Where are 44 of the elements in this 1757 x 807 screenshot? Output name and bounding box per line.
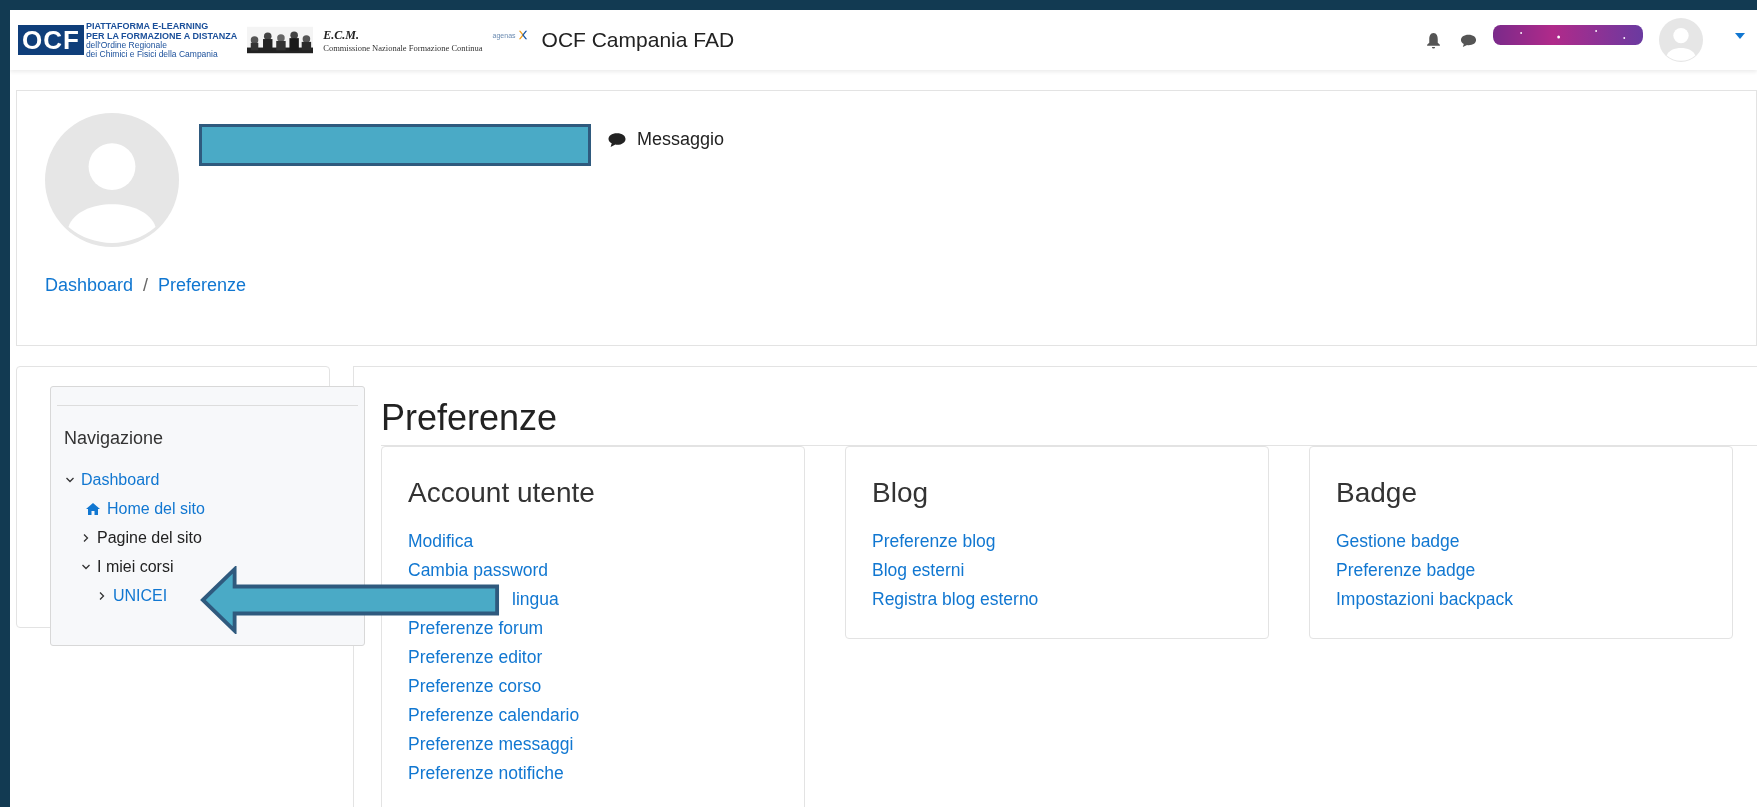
- preference-link[interactable]: Preferenze messaggi: [408, 730, 778, 759]
- preference-link[interactable]: lingua: [512, 585, 559, 614]
- chat-bubble-icon: [607, 131, 627, 148]
- chevron-right-icon[interactable]: [97, 590, 107, 601]
- preference-link[interactable]: Preferenze blog: [872, 527, 1242, 556]
- preference-link[interactable]: Impostazioni backpack: [1336, 585, 1706, 614]
- message-link[interactable]: Messaggio: [637, 129, 725, 150]
- nav-item[interactable]: Pagine del sito: [97, 528, 202, 547]
- nav-item[interactable]: Home del sito: [107, 499, 205, 518]
- site-title[interactable]: OCF Campania FAD: [541, 28, 735, 52]
- logo-tagline: PER LA FORMAZIONE A DISTANZA: [85, 30, 238, 41]
- chevron-right-icon[interactable]: [81, 532, 91, 543]
- breadcrumb-separator: /: [143, 275, 149, 296]
- logo-mark: OCF: [18, 25, 84, 55]
- preference-link[interactable]: Registra blog esterno: [872, 585, 1242, 614]
- page-title: Preferenze: [381, 397, 559, 439]
- nav-item[interactable]: UNICEI: [113, 586, 168, 605]
- card-title: Account utente: [408, 477, 596, 509]
- caret-icon[interactable]: [1735, 33, 1745, 39]
- preference-link[interactable]: Blog esterni: [872, 556, 1242, 585]
- card-title: Badge: [1336, 477, 1418, 509]
- breadcrumb-link[interactable]: Preferenze: [158, 275, 247, 296]
- preference-link[interactable]: Gestione badge: [1336, 527, 1706, 556]
- card-title: Blog: [872, 477, 930, 509]
- ecm-caption: Commissione Nazionale Formazione Continua: [323, 42, 483, 53]
- preference-link[interactable]: Preferenze forum: [408, 614, 778, 643]
- preference-link[interactable]: Preferenze badge: [1336, 556, 1706, 585]
- breadcrumb-link[interactable]: Dashboard: [45, 275, 134, 296]
- home-icon: [85, 501, 101, 516]
- preference-link[interactable]: Preferenze corso: [408, 672, 778, 701]
- nav-item[interactable]: I miei corsi: [97, 557, 174, 576]
- logo-caption: dei Chimici e Fisici della Campania: [85, 50, 219, 60]
- nav-item[interactable]: Dashboard: [81, 470, 160, 489]
- preference-link[interactable]: Preferenze editor: [408, 643, 778, 672]
- preference-link[interactable]: Modifica: [408, 527, 778, 556]
- preference-link[interactable]: Cambia password: [408, 556, 778, 585]
- preference-link[interactable]: Preferenze calendario: [408, 701, 778, 730]
- logo-caption: dell'Ordine Regionale: [85, 40, 167, 50]
- ecm-logo-text: E.C.M.: [323, 27, 360, 43]
- panel-title: Navigazione: [64, 428, 165, 449]
- preference-link[interactable]: Preferenze notifiche: [408, 759, 778, 788]
- bell-icon[interactable]: [1425, 31, 1442, 49]
- logo-tagline: PIATTAFORMA E-LEARNING: [85, 20, 210, 31]
- cross-logo-icon: [517, 30, 528, 40]
